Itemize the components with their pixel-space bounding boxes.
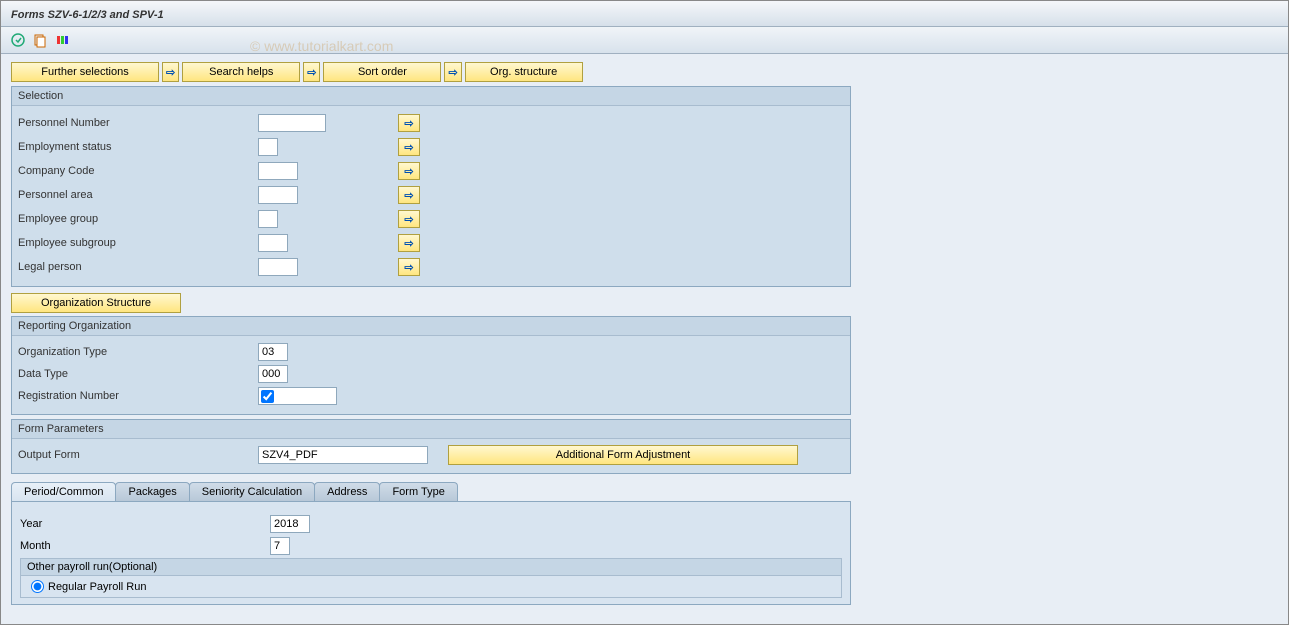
month-label: Month: [20, 540, 270, 552]
output-form-input[interactable]: [258, 446, 428, 464]
legal-person-input[interactable]: [258, 258, 298, 276]
tab-seniority[interactable]: Seniority Calculation: [189, 482, 315, 501]
page-title-bar: Forms SZV-6-1/2/3 and SPV-1: [1, 1, 1288, 27]
employee-subgroup-input[interactable]: [258, 234, 288, 252]
org-structure-arrow-button[interactable]: ⇨: [444, 62, 461, 82]
arrow-right-icon: ⇨: [404, 237, 413, 250]
reg-number-input[interactable]: [274, 389, 334, 403]
personnel-number-multi-button[interactable]: ⇨: [398, 114, 420, 132]
arrow-right-icon: ⇨: [404, 117, 413, 130]
year-input[interactable]: [270, 515, 310, 533]
org-structure-button[interactable]: Org. structure: [465, 62, 583, 82]
selection-button-row: Further selections ⇨ Search helps ⇨ Sort…: [11, 62, 1278, 82]
search-helps-arrow-button[interactable]: ⇨: [162, 62, 179, 82]
legal-person-label: Legal person: [18, 261, 258, 273]
company-code-multi-button[interactable]: ⇨: [398, 162, 420, 180]
personnel-area-label: Personnel area: [18, 189, 258, 201]
employee-group-input[interactable]: [258, 210, 278, 228]
month-input[interactable]: [270, 537, 290, 555]
form-params-groupbox: Form Parameters Output Form Additional F…: [11, 419, 851, 474]
tab-container: Period/Common Packages Seniority Calcula…: [11, 482, 851, 605]
personnel-number-label: Personnel Number: [18, 117, 258, 129]
arrow-right-icon: ⇨: [404, 261, 413, 274]
company-code-label: Company Code: [18, 165, 258, 177]
arrow-right-icon: ⇨: [307, 66, 316, 79]
other-payroll-title: Other payroll run(Optional): [21, 559, 841, 576]
data-type-input[interactable]: [258, 365, 288, 383]
employee-subgroup-label: Employee subgroup: [18, 237, 258, 249]
variant-save-icon[interactable]: [53, 31, 71, 49]
legal-person-multi-button[interactable]: ⇨: [398, 258, 420, 276]
arrow-right-icon: ⇨: [448, 66, 457, 79]
search-helps-button[interactable]: Search helps: [182, 62, 300, 82]
other-payroll-groupbox: Other payroll run(Optional) Regular Payr…: [20, 558, 842, 598]
app-toolbar: [1, 27, 1288, 54]
content-area: Further selections ⇨ Search helps ⇨ Sort…: [1, 54, 1288, 613]
employment-status-multi-button[interactable]: ⇨: [398, 138, 420, 156]
tab-address[interactable]: Address: [314, 482, 380, 501]
employee-group-multi-button[interactable]: ⇨: [398, 210, 420, 228]
additional-form-adjustment-button[interactable]: Additional Form Adjustment: [448, 445, 798, 465]
arrow-right-icon: ⇨: [404, 141, 413, 154]
company-code-input[interactable]: [258, 162, 298, 180]
personnel-number-input[interactable]: [258, 114, 326, 132]
personnel-area-input[interactable]: [258, 186, 298, 204]
year-label: Year: [20, 518, 270, 530]
tab-packages[interactable]: Packages: [115, 482, 189, 501]
tab-form-type[interactable]: Form Type: [379, 482, 457, 501]
org-type-input[interactable]: [258, 343, 288, 361]
tab-period-common[interactable]: Period/Common: [11, 482, 116, 501]
arrow-right-icon: ⇨: [404, 165, 413, 178]
arrow-right-icon: ⇨: [166, 66, 175, 79]
employment-status-label: Employment status: [18, 141, 258, 153]
selection-groupbox-title: Selection: [12, 87, 850, 106]
employment-status-input[interactable]: [258, 138, 278, 156]
sort-order-arrow-button[interactable]: ⇨: [303, 62, 320, 82]
page-title: Forms SZV-6-1/2/3 and SPV-1: [11, 9, 164, 21]
form-params-title: Form Parameters: [12, 420, 850, 439]
employee-group-label: Employee group: [18, 213, 258, 225]
employee-subgroup-multi-button[interactable]: ⇨: [398, 234, 420, 252]
data-type-label: Data Type: [18, 368, 258, 380]
personnel-area-multi-button[interactable]: ⇨: [398, 186, 420, 204]
execute-icon[interactable]: [9, 31, 27, 49]
tab-body: Year Month Other payroll run(Optional) R…: [11, 501, 851, 605]
reg-number-label: Registration Number: [18, 390, 258, 402]
reporting-org-title: Reporting Organization: [12, 317, 850, 336]
variant-get-icon[interactable]: [31, 31, 49, 49]
org-type-label: Organization Type: [18, 346, 258, 358]
tab-strip: Period/Common Packages Seniority Calcula…: [11, 482, 851, 501]
selection-groupbox: Selection Personnel Number ⇨ Employment …: [11, 86, 851, 287]
sort-order-button[interactable]: Sort order: [323, 62, 441, 82]
arrow-right-icon: ⇨: [404, 189, 413, 202]
further-selections-button[interactable]: Further selections: [11, 62, 159, 82]
arrow-right-icon: ⇨: [404, 213, 413, 226]
reg-number-checkbox[interactable]: [261, 390, 274, 403]
organization-structure-button[interactable]: Organization Structure: [11, 293, 181, 313]
regular-payroll-radio[interactable]: [31, 580, 44, 593]
regular-payroll-radio-label[interactable]: Regular Payroll Run: [31, 580, 831, 593]
reporting-org-groupbox: Reporting Organization Organization Type…: [11, 316, 851, 415]
output-form-label: Output Form: [18, 449, 258, 461]
